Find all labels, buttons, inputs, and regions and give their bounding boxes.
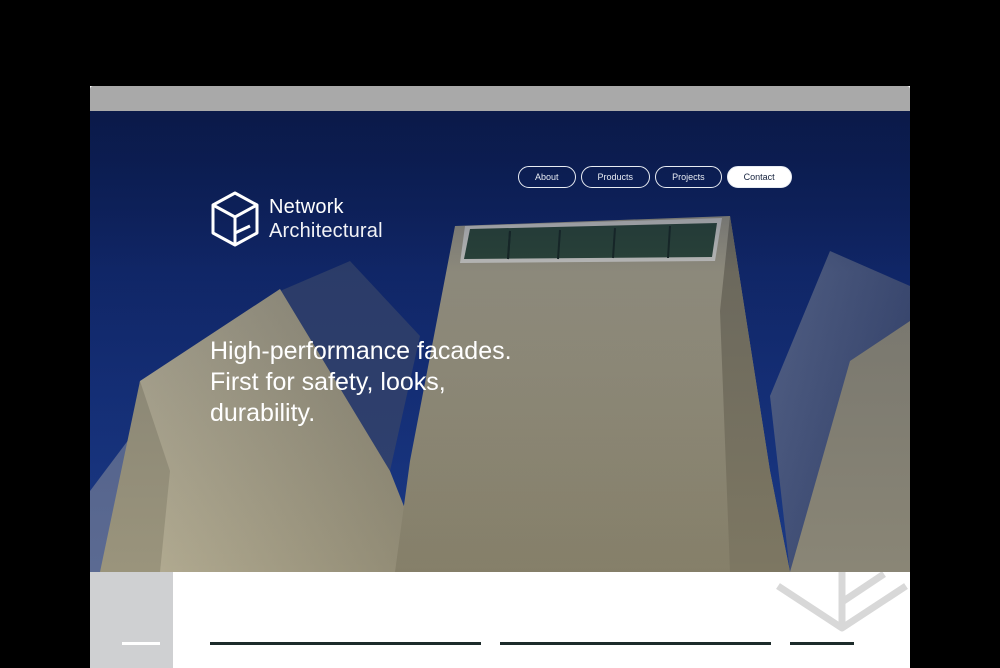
brand-logo[interactable]: Network Architectural — [210, 191, 383, 247]
section-rule — [790, 642, 854, 645]
brand-name-line2: Architectural — [269, 220, 383, 242]
hero-headline: High-performance facades. First for safe… — [210, 336, 590, 429]
headline-line: First for safety, looks, — [210, 368, 446, 396]
headline-line: High-performance facades. — [210, 337, 512, 365]
brand-name: Network Architectural — [269, 195, 383, 243]
brand-name-line1: Network — [269, 196, 344, 218]
cube-logo-icon — [211, 191, 259, 247]
nav-projects-button[interactable]: Projects — [655, 166, 722, 188]
nav-products-button[interactable]: Products — [580, 166, 651, 188]
content-section — [90, 572, 910, 668]
cube-outline-icon — [776, 572, 908, 632]
nav-about-button[interactable]: About — [518, 166, 576, 188]
section-rule — [210, 642, 481, 645]
browser-window: Network Architectural About Products Pro… — [90, 86, 910, 668]
window-title-bar — [90, 86, 910, 111]
side-panel — [90, 572, 173, 668]
menu-dash-icon[interactable] — [122, 642, 160, 645]
hero-section: Network Architectural About Products Pro… — [90, 111, 910, 572]
nav-contact-button[interactable]: Contact — [726, 166, 792, 188]
headline-line: durability. — [210, 399, 316, 427]
section-rule — [500, 642, 771, 645]
main-nav: About Products Projects Contact — [518, 166, 792, 188]
